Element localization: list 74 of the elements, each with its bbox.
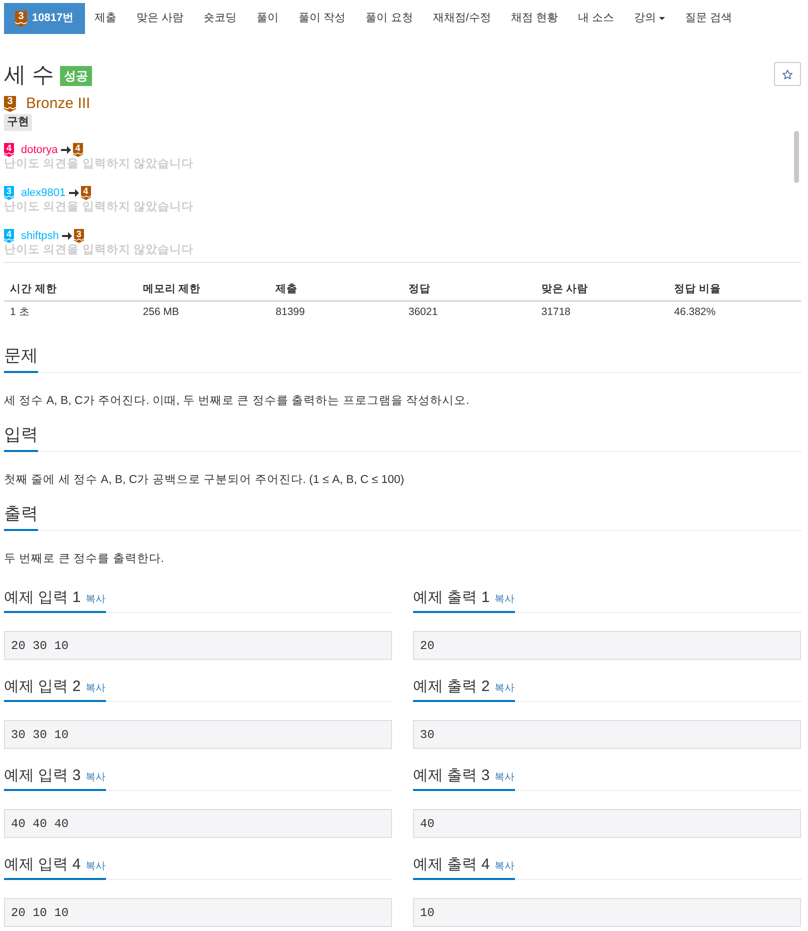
scrollbar-thumb[interactable] (794, 131, 799, 183)
table-cell-text: 36021 (407, 305, 439, 320)
nav-tab[interactable]: 풀이 작성 (288, 3, 356, 34)
copy-link[interactable]: 복사 (86, 682, 106, 696)
nav-tab[interactable]: 제출 (84, 3, 127, 34)
copy-link[interactable]: 복사 (494, 771, 515, 785)
tier-badge: 4 (80, 186, 91, 200)
section-heading: 문제 (4, 345, 38, 373)
nav-tab[interactable]: 풀이 요청 (356, 3, 423, 34)
sample-title: 예제 출력 1 (413, 588, 490, 608)
sample-output-code: 10 (413, 898, 801, 927)
sample-title: 예제 입력 2 (4, 677, 81, 697)
section-heading: 출력 (4, 503, 38, 531)
nav-tab[interactable]: 숏코딩 (194, 3, 247, 34)
table-header-cell-text: 맞은 사람 (540, 282, 590, 297)
tier-badge: 4 (4, 142, 14, 156)
copy-link[interactable]: 복사 (494, 593, 515, 607)
nav-tab[interactable]: 강의 (624, 3, 675, 34)
sample-title: 예제 입력 1 (4, 588, 81, 608)
sample-input-code: 40 40 40 (4, 809, 392, 838)
copy-link[interactable]: 복사 (494, 860, 515, 874)
nav-tab[interactable]: 채점 현황 (500, 3, 568, 34)
section-heading: 입력 (4, 424, 38, 452)
nav-tab[interactable]: 풀이 (246, 3, 289, 34)
tier-badge: 3 (4, 186, 14, 200)
sample-input-code: 20 10 10 (4, 898, 392, 927)
arrow-icon (68, 188, 79, 196)
section-text: 세 정수 A, B, C가 주어진다. 이때, 두 번째로 큰 정수를 출력하는 프로그램을 작성하시오. (4, 394, 470, 409)
sample-title: 예제 출력 3 (413, 766, 490, 786)
tier-badge: 3 (4, 96, 16, 112)
sample-title: 예제 입력 4 (4, 855, 81, 875)
tier-badge: 4 (4, 228, 14, 242)
tier-badge: 3 (74, 228, 84, 242)
section-text: 두 번째로 큰 정수를 출력한다. (4, 552, 165, 567)
copy-link[interactable]: 복사 (494, 682, 515, 696)
sample-output-code: 30 (413, 720, 801, 749)
copy-link[interactable]: 복사 (86, 771, 106, 785)
nav-tab[interactable]: 내 소스 (568, 3, 624, 34)
table-cell-text: 81399 (274, 305, 306, 320)
nav-tab[interactable]: 재채점/수정 (422, 3, 501, 34)
problem-title: 세 수 (4, 62, 54, 88)
table-header-cell-text: 정답 (407, 282, 432, 297)
favorite-button[interactable] (774, 62, 801, 86)
copy-link[interactable]: 복사 (86, 860, 106, 874)
sample-output-code: 20 (413, 631, 801, 660)
sample-input-code: 20 30 10 (4, 631, 392, 660)
caret-icon (658, 17, 665, 20)
arrow-icon (60, 146, 71, 154)
table-header-cell-text: 정답 비율 (673, 282, 722, 297)
nav-tab[interactable]: 맞은 사람 (126, 3, 194, 34)
tag-link[interactable]: 구현 (4, 114, 32, 131)
username-link[interactable]: dotorya (21, 142, 58, 156)
sample-title: 예제 출력 4 (413, 855, 490, 875)
tier-badge: 3 (15, 10, 27, 26)
table-header-cell-text: 제출 (274, 282, 299, 297)
section-text: 첫째 줄에 세 정수 A, B, C가 공백으로 구분되어 주어진다. (1 ≤ A, B, C ≤ 100) (4, 473, 406, 488)
table-cell-text: 256 MB (142, 305, 180, 320)
sample-title: 예제 입력 3 (4, 766, 81, 786)
nav-tab[interactable]: 3 10817번 (4, 3, 85, 34)
sample-output-code: 40 (413, 809, 801, 838)
tier-badge: 4 (72, 142, 83, 156)
tier-label: Bronze III (26, 95, 90, 112)
table-header-cell-text: 메모리 제한 (142, 282, 202, 297)
nav-tab[interactable]: 질문 검색 (674, 3, 742, 34)
star-icon (782, 68, 793, 80)
table-cell-text: 1 초 (9, 305, 31, 320)
sample-input-code: 30 30 10 (4, 720, 392, 749)
result-badge: 성공 (60, 66, 92, 86)
sample-title: 예제 출력 2 (413, 677, 490, 697)
table-header-cell-text: 시간 제한 (9, 282, 58, 297)
table-cell-text: 31718 (540, 305, 572, 320)
table-cell-text: 46.382% (673, 305, 717, 320)
arrow-icon (62, 232, 72, 240)
copy-link[interactable]: 복사 (86, 593, 106, 607)
